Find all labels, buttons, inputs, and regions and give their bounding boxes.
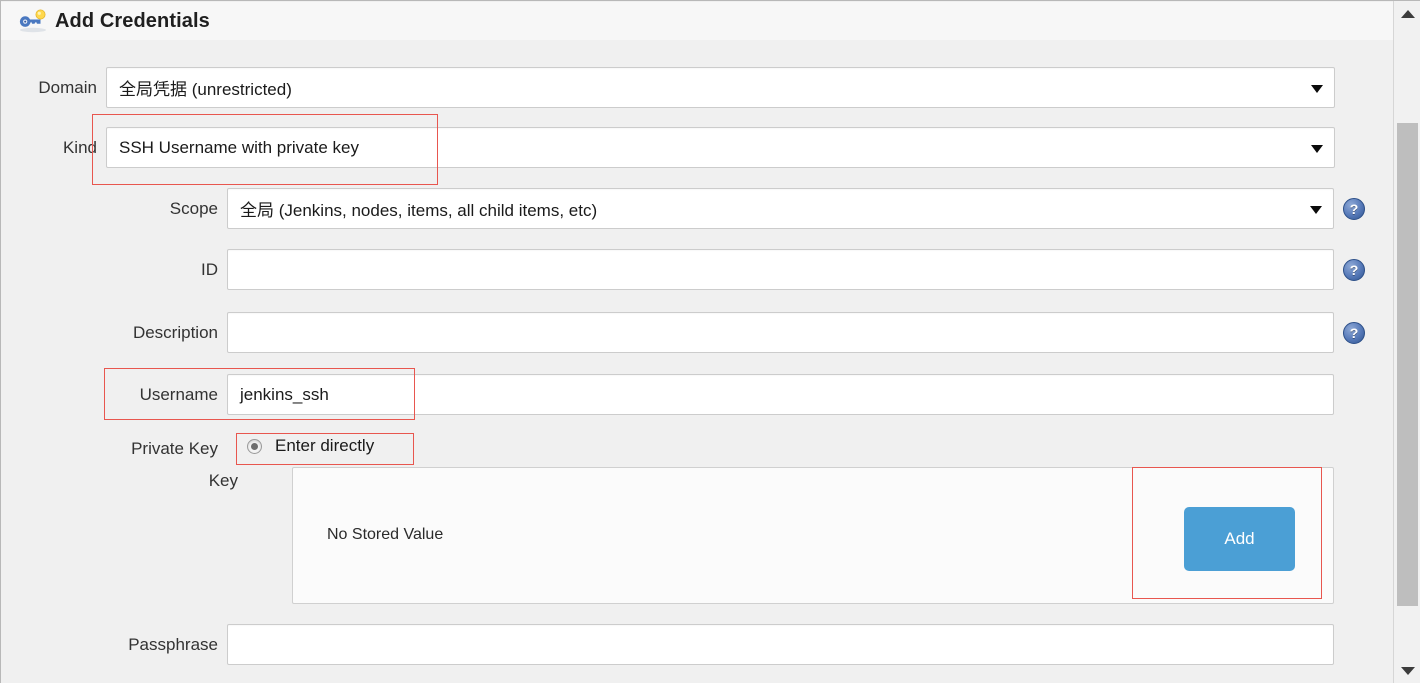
caret-down-icon[interactable] <box>1394 660 1420 682</box>
radio-icon[interactable] <box>247 438 262 454</box>
id-label: ID <box>201 259 218 279</box>
scope-label: Scope <box>169 198 218 218</box>
credentials-form: Domain 全局凭据 (unrestricted) Kind SSH User… <box>2 40 1393 683</box>
vertical-scrollbar[interactable] <box>1393 1 1420 683</box>
add-credentials-page: Add Credentials Domain 全局凭据 (unrestricte… <box>0 0 1420 683</box>
domain-value: 全局凭据 (unrestricted) <box>119 80 292 99</box>
scrollbar-thumb[interactable] <box>1397 123 1418 606</box>
description-label: Description <box>132 322 218 342</box>
caret-up-icon[interactable] <box>1394 3 1420 25</box>
username-input[interactable]: jenkins_ssh <box>227 374 1334 415</box>
domain-select[interactable]: 全局凭据 (unrestricted) <box>106 67 1335 108</box>
description-input[interactable] <box>227 312 1334 353</box>
scope-value: 全局 (Jenkins, nodes, items, all child ite… <box>240 201 598 220</box>
help-glyph: ? <box>1349 200 1359 217</box>
private-key-option-label: Enter directly <box>275 436 375 455</box>
help-icon-id[interactable]: ? <box>1343 258 1365 281</box>
page-header: Add Credentials <box>1 2 1393 40</box>
private-key-label: Private Key <box>131 439 218 458</box>
key-label: Key <box>208 471 238 490</box>
kind-value: SSH Username with private key <box>119 137 359 157</box>
passphrase-input[interactable] <box>227 624 1334 665</box>
username-value: jenkins_ssh <box>240 384 329 404</box>
help-icon-scope[interactable]: ? <box>1343 197 1365 220</box>
kind-select[interactable]: SSH Username with private key <box>106 127 1335 168</box>
form-row-username: Username jenkins_ssh <box>2 372 1393 417</box>
add-key-button[interactable]: Add <box>1184 507 1295 571</box>
help-icon-description[interactable]: ? <box>1343 321 1365 344</box>
form-row-description: Description ? <box>2 310 1393 355</box>
kind-label: Kind <box>62 137 97 157</box>
id-input[interactable] <box>227 249 1334 290</box>
scope-select[interactable]: 全局 (Jenkins, nodes, items, all child ite… <box>227 188 1334 229</box>
key-panel: No Stored Value Add <box>292 467 1334 604</box>
key-empty-text: No Stored Value <box>327 526 444 543</box>
form-row-scope: Scope 全局 (Jenkins, nodes, items, all chi… <box>2 186 1393 231</box>
form-row-domain: Domain 全局凭据 (unrestricted) <box>2 65 1393 110</box>
domain-label: Domain <box>38 77 97 97</box>
form-row-private-key: Private Key <box>2 432 1393 466</box>
help-glyph: ? <box>1349 261 1359 278</box>
username-label: Username <box>139 384 218 404</box>
form-row-passphrase: Passphrase <box>2 622 1393 667</box>
passphrase-label: Passphrase <box>128 634 218 654</box>
page-title: Add Credentials <box>55 9 210 32</box>
private-key-option-enter-directly[interactable]: Enter directly <box>247 436 374 456</box>
key-icon <box>17 9 49 33</box>
form-row-id: ID ? <box>2 247 1393 292</box>
form-row-kind: Kind SSH Username with private key <box>2 125 1393 170</box>
help-glyph: ? <box>1349 324 1359 341</box>
